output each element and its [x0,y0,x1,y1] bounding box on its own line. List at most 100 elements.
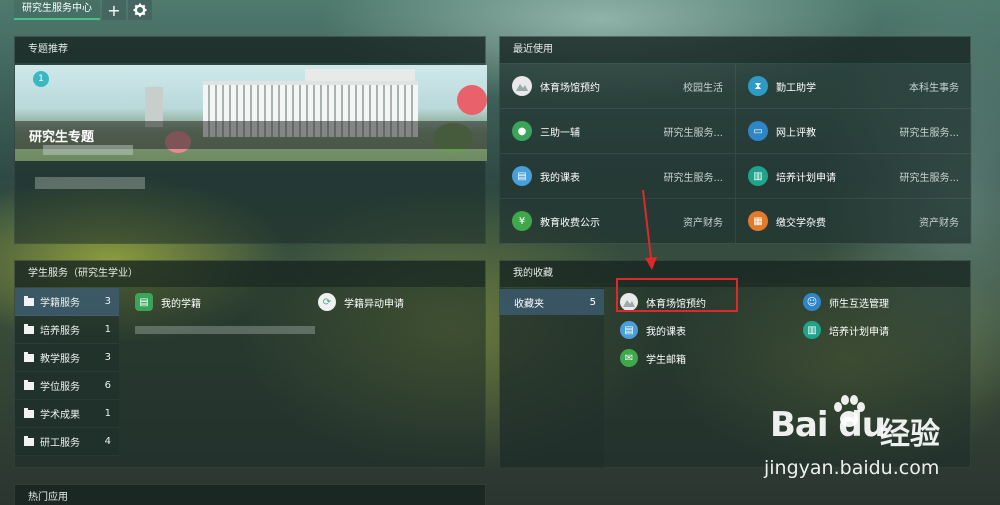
sports-venue-icon [512,76,532,96]
folder-icon [24,407,34,418]
favorites-folder-count: 5 [589,296,596,308]
recent-item[interactable]: ¥ 教育收费公示 资产财务 [500,199,736,244]
highlight-annotation-box [616,278,738,312]
recent-item-category: 校园生活 [683,82,723,94]
favorite-item[interactable]: ▤ 我的课表 [620,321,686,339]
gear-icon [133,3,147,17]
recent-item[interactable]: ▤ 我的课表 研究生服务... [500,154,736,199]
recent-item-name: 培养计划申请 [776,172,836,184]
recent-item[interactable]: 体育场馆预约 校园生活 [500,64,736,109]
clipboard-icon: ▥ [803,321,821,339]
monitor-icon: ▭ [748,121,768,141]
favorites-folder[interactable]: 收藏夹 5 [500,289,604,315]
document-icon: ▤ [620,321,638,339]
mail-icon: ✉ [620,349,638,367]
record-change-icon: ⟳ [318,293,336,311]
folder-icon [24,323,34,334]
teacher-student-icon: ☺ [803,293,821,311]
hourglass-icon: ⧗ [748,76,768,96]
service-folder[interactable]: 教学服务 3 [15,344,119,372]
add-tab-button[interactable]: + [102,0,126,20]
service-folder[interactable]: 研工服务 4 [15,428,119,456]
baidu-jingyan-watermark: Bai du 经验 jingyan.baidu.com [762,395,992,495]
favorite-item-name: 师生互选管理 [829,298,889,310]
recent-item-name: 缴交学杂费 [776,217,826,229]
services-header: 学生服务（研究生学业） [15,261,485,287]
calculator-icon: ▦ [748,211,768,231]
recent-item-category: 本科生事务 [909,82,959,94]
service-folder[interactable]: 学位服务 6 [15,372,119,400]
favorite-item-name: 学生邮箱 [646,354,686,366]
hot-apps-header: 热门应用 [15,485,485,505]
recent-item-category: 研究生服务... [663,172,723,184]
money-icon: ¥ [512,211,532,231]
favorite-item[interactable]: ✉ 学生邮箱 [620,349,686,367]
favorites-folder-label: 收藏夹 [514,298,544,310]
favorite-item[interactable]: ▥ 培养计划申请 [803,321,889,339]
service-folder-count: 1 [104,324,111,335]
recent-item-category: 研究生服务... [899,127,959,139]
folder-icon [24,351,34,362]
service-folder-label: 学位服务 [40,382,80,393]
recent-item[interactable]: ● 三助一辅 研究生服务... [500,109,736,154]
service-folder[interactable]: 学术成果 1 [15,400,119,428]
service-folder-label: 培养服务 [40,326,80,337]
service-folder-label: 学术成果 [40,410,80,421]
recent-item[interactable]: ⧗ 勤工助学 本科生事务 [736,64,972,109]
person-icon: ● [512,121,532,141]
recent-item-category: 研究生服务... [663,127,723,139]
folder-icon [24,435,34,446]
top-bar: 研究生服务中心 + [14,0,152,20]
recent-item-name: 我的课表 [540,172,580,184]
plus-icon: + [107,0,121,20]
service-folder-list: 学籍服务 3 培养服务 1 教学服务 3 学位服务 6 学术成果 1 研工服务 … [15,288,119,456]
recent-item[interactable]: ▥ 培养计划申请 研究生服务... [736,154,972,199]
services-panel: 学生服务（研究生学业） 学籍服务 3 培养服务 1 教学服务 3 学位服务 6 … [14,260,486,468]
recent-grid: 体育场馆预约 校园生活 ⧗ 勤工助学 本科生事务 ● 三助一辅 研究生服务...… [500,64,972,244]
recent-item[interactable]: ▦ 缴交学杂费 资产财务 [736,199,972,244]
favorites-sidebar: 收藏夹 5 [500,288,604,468]
recent-item-category: 资产财务 [919,217,959,229]
service-folder-count: 1 [104,408,111,419]
service-folder-count: 3 [104,352,111,363]
favorite-item-name: 培养计划申请 [829,326,889,338]
recent-item-name: 教育收费公示 [540,217,600,229]
service-folder-label: 研工服务 [40,438,80,449]
watermark-url: jingyan.baidu.com [764,457,940,479]
favorite-item-name: 我的课表 [646,326,686,338]
settings-button[interactable] [128,0,152,20]
service-link-name: 我的学籍 [161,298,201,310]
blurred-text [135,326,315,334]
recent-panel: 最近使用 体育场馆预约 校园生活 ⧗ 勤工助学 本科生事务 ● 三助一辅 研究生… [499,36,972,244]
service-link[interactable]: ▤ 我的学籍 [135,293,201,311]
slide-number-badge[interactable]: 1 [33,71,49,87]
paw-icon [834,395,865,427]
banner-flower [457,85,487,115]
folder-icon [24,295,34,306]
service-folder-label: 学籍服务 [40,298,80,309]
banner-title: 研究生专题 [29,130,95,145]
recent-item-name: 勤工助学 [776,82,816,94]
service-link[interactable]: ⟳ 学籍异动申请 [318,293,404,311]
featured-header: 专题推荐 [15,37,485,63]
service-folder-count: 4 [104,436,111,447]
blurred-text [35,177,145,189]
featured-panel: 专题推荐 1 研究生专题 [14,36,487,244]
service-folder-label: 教学服务 [40,354,80,365]
service-folder[interactable]: 学籍服务 3 [15,288,119,316]
hot-apps-panel: 热门应用 [14,484,486,505]
document-icon: ▤ [512,166,532,186]
folder-icon [24,379,34,390]
service-folder[interactable]: 培养服务 1 [15,316,119,344]
recent-item[interactable]: ▭ 网上评教 研究生服务... [736,109,972,154]
tab-service-center[interactable]: 研究生服务中心 [14,0,100,20]
recent-item-category: 资产财务 [683,217,723,229]
recent-item-category: 研究生服务... [899,172,959,184]
recent-header: 最近使用 [500,37,970,63]
service-folder-count: 3 [104,296,111,307]
favorite-item[interactable]: ☺ 师生互选管理 [803,293,889,311]
recent-item-name: 三助一辅 [540,127,580,139]
watermark-cn: 经验 [880,417,940,452]
student-record-icon: ▤ [135,293,153,311]
blurred-text [43,145,133,155]
